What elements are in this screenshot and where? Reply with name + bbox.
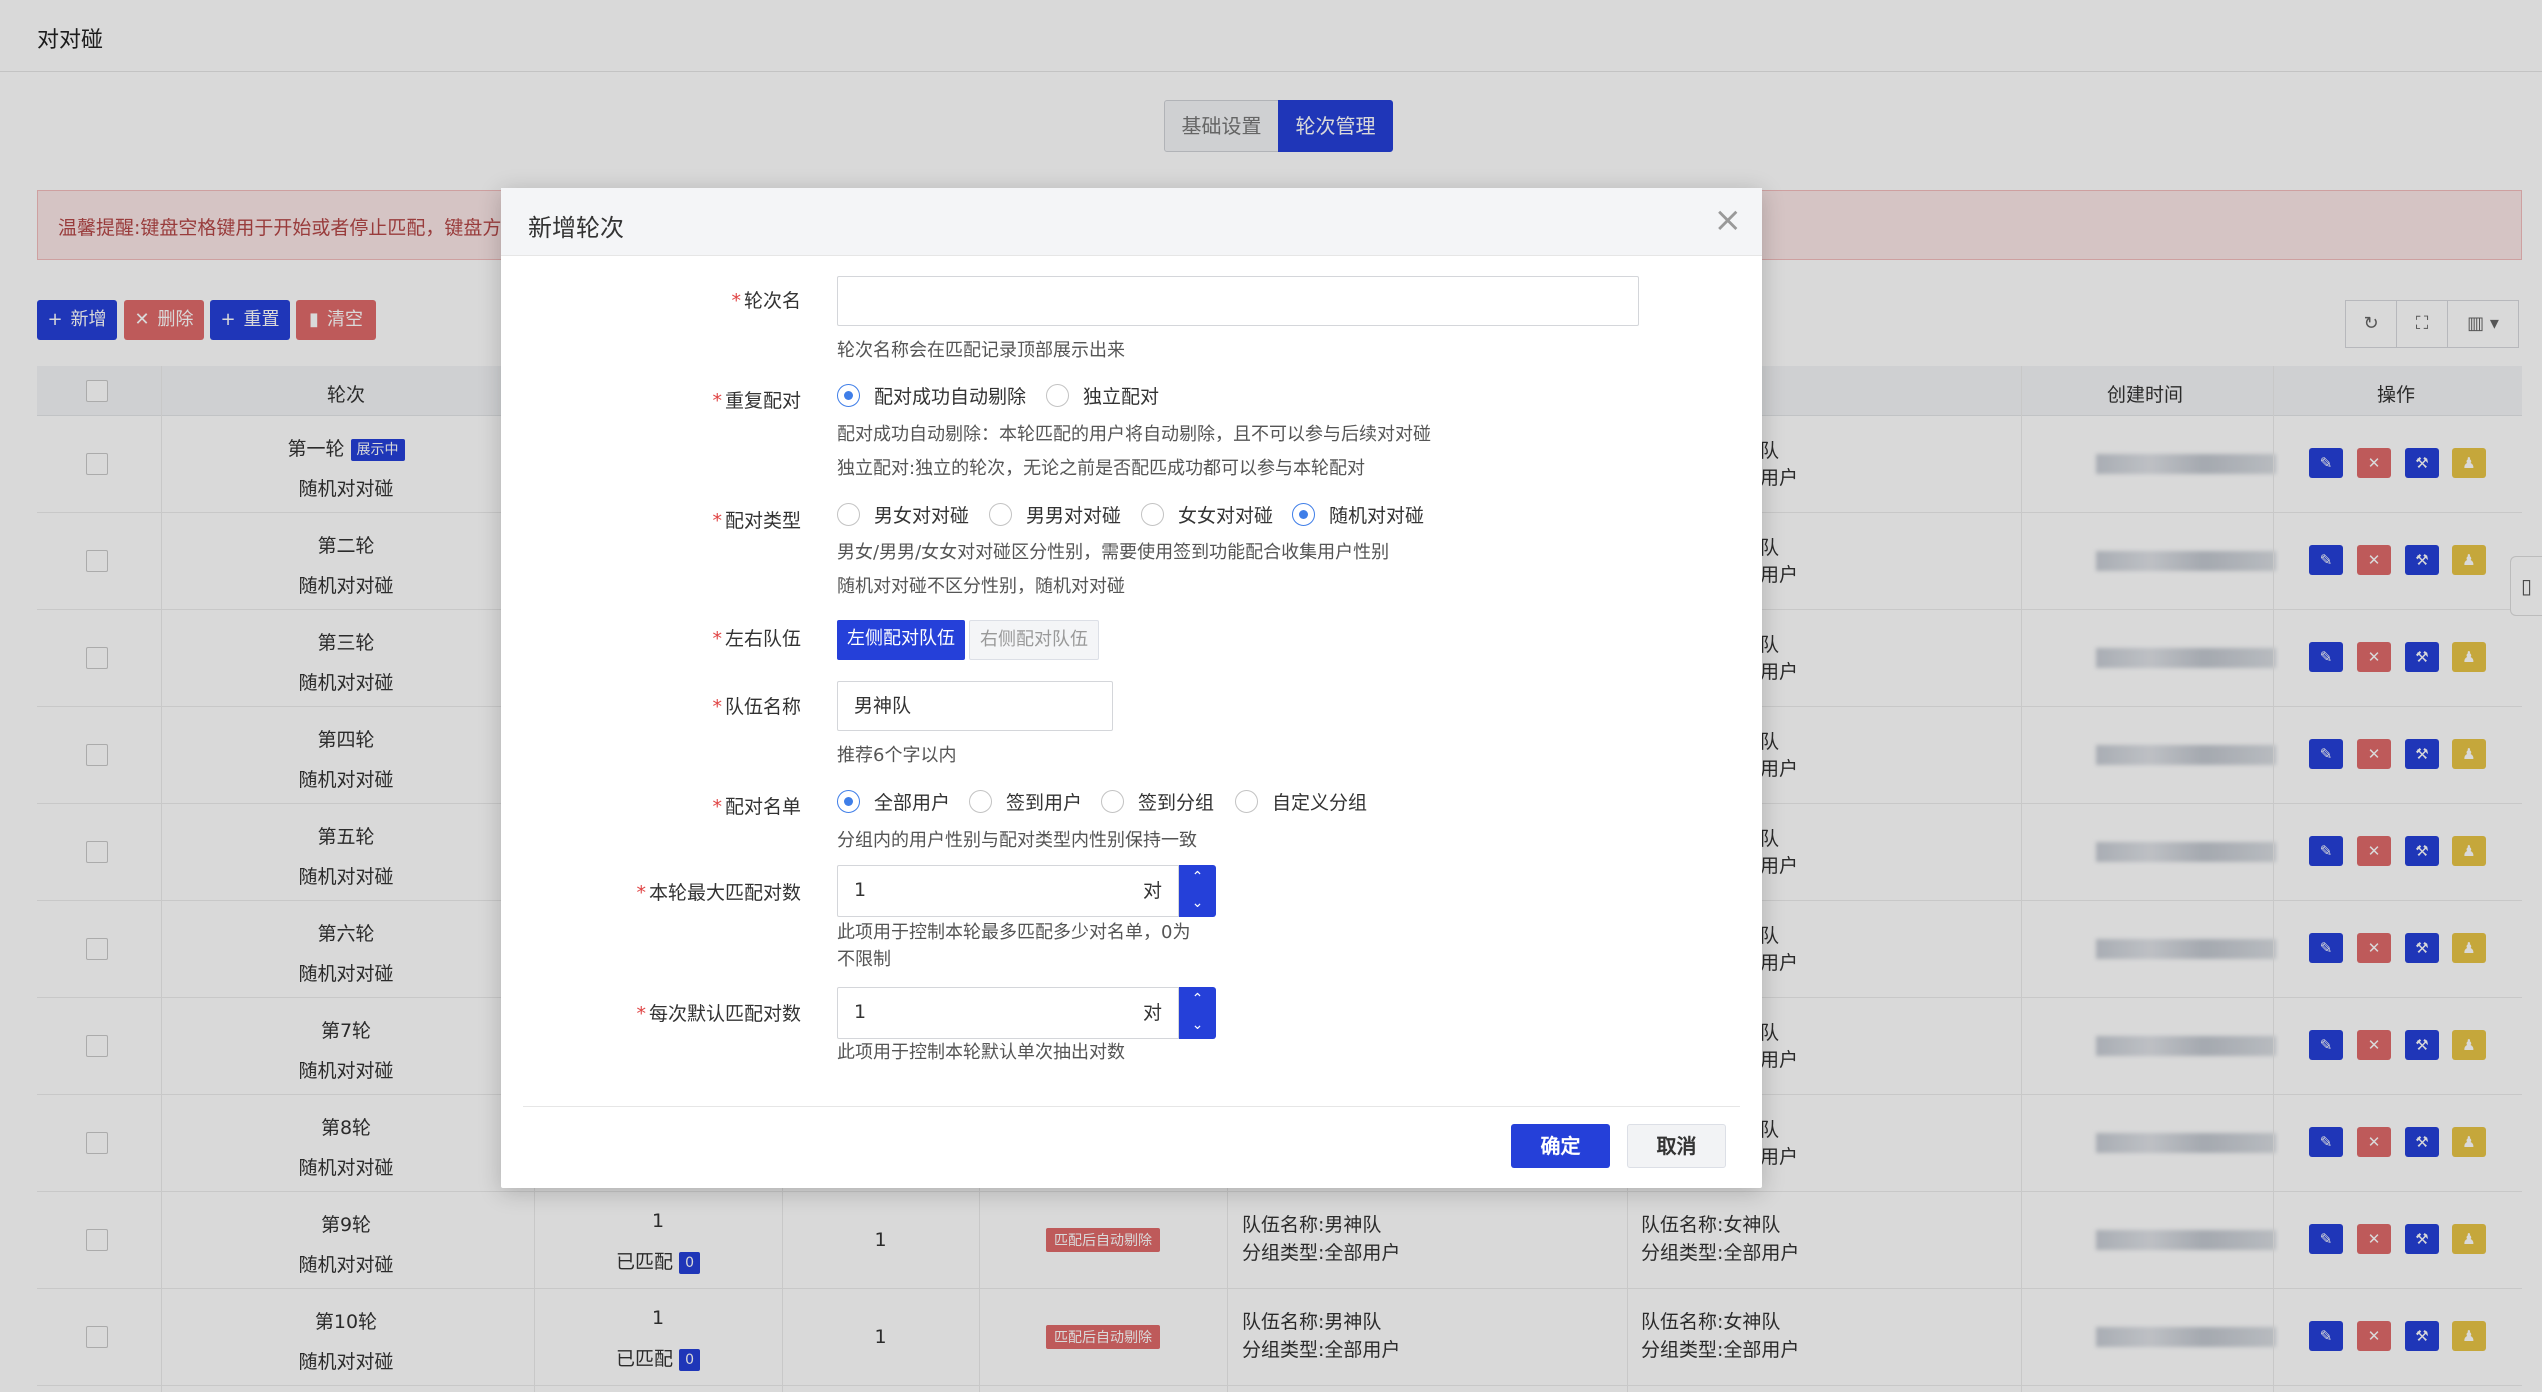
pair-list-option-custom-group[interactable]: 自定义分组 (1235, 790, 1367, 815)
pair-type-label: * 配对类型 (712, 510, 801, 532)
page: 对对碰 基础设置 轮次管理 温馨提醒:键盘空格键用于开始或者停止匹配，键盘方向 … (0, 0, 2542, 1392)
repeat-label: * 重复配对 (712, 390, 801, 412)
left-team-button[interactable]: 左侧配对队伍 (837, 620, 965, 660)
default-pairs-help: 此项用于控制本轮默认单次抽出对数 (837, 1042, 1125, 1063)
chevron-up-icon[interactable]: ⌃ (1179, 865, 1216, 891)
round-name-input[interactable] (837, 276, 1639, 326)
pair-list-option-signed-group[interactable]: 签到分组 (1101, 790, 1214, 815)
repeat-help-1: 配对成功自动剔除：本轮匹配的用户将自动剔除，且不可以参与后续对对碰 (837, 424, 1431, 445)
team-name-input[interactable]: 男神队 (837, 681, 1113, 731)
default-pairs-stepper[interactable]: ⌃ ⌄ (1179, 987, 1216, 1039)
pair-type-help-2: 随机对对碰不区分性别，随机对对碰 (837, 576, 1125, 597)
default-pairs-label: * 每次默认匹配对数 (636, 1003, 801, 1025)
add-round-modal: 新增轮次 × * 轮次名 轮次名称会在匹配记录顶部展示出来 * 重复配对 配对成功自… (501, 188, 1762, 1188)
modal-footer-divider (523, 1106, 1740, 1107)
round-name-help: 轮次名称会在匹配记录顶部展示出来 (837, 340, 1125, 361)
pair-list-label: * 配对名单 (712, 796, 801, 818)
max-pairs-help-2: 不限制 (837, 949, 891, 970)
pair-type-help-1: 男女/男男/女女对对碰区分性别，需要使用签到功能配合收集用户性别 (837, 542, 1390, 563)
repeat-option-auto-remove[interactable]: 配对成功自动剔除 (837, 384, 1026, 409)
side-label: * 左右队伍 (712, 628, 801, 650)
pair-list-option-signed[interactable]: 签到用户 (969, 790, 1082, 815)
pair-type-option-random[interactable]: 随机对对碰 (1292, 503, 1424, 528)
chevron-up-icon[interactable]: ⌃ (1179, 987, 1216, 1013)
team-name-label: * 队伍名称 (712, 696, 801, 718)
right-team-button[interactable]: 右侧配对队伍 (969, 620, 1099, 660)
close-icon[interactable]: × (1714, 200, 1743, 240)
repeat-option-independent[interactable]: 独立配对 (1046, 384, 1159, 409)
chevron-down-icon[interactable]: ⌄ (1179, 1013, 1216, 1039)
round-name-label: * 轮次名 (731, 290, 801, 312)
pair-type-option-mf[interactable]: 男女对对碰 (837, 503, 969, 528)
modal-header: 新增轮次 × (501, 188, 1762, 256)
max-pairs-input[interactable]: 1 (837, 865, 1129, 917)
max-pairs-help-1: 此项用于控制本轮最多匹配多少对名单，0为 (837, 922, 1191, 943)
pair-type-option-mm[interactable]: 男男对对碰 (989, 503, 1121, 528)
pair-list-help: 分组内的用户性别与配对类型内性别保持一致 (837, 830, 1197, 851)
cancel-button[interactable]: 取消 (1627, 1124, 1726, 1168)
max-pairs-label: * 本轮最大匹配对数 (636, 882, 801, 904)
confirm-button[interactable]: 确定 (1511, 1124, 1610, 1168)
team-name-help: 推荐6个字以内 (837, 745, 957, 766)
modal-title: 新增轮次 (528, 214, 624, 242)
max-pairs-unit: 对 (1127, 865, 1179, 917)
default-pairs-input[interactable]: 1 (837, 987, 1129, 1039)
pair-list-option-all[interactable]: 全部用户 (837, 790, 950, 815)
default-pairs-unit: 对 (1127, 987, 1179, 1039)
pair-type-option-ff[interactable]: 女女对对碰 (1141, 503, 1273, 528)
chevron-down-icon[interactable]: ⌄ (1179, 891, 1216, 917)
repeat-help-2: 独立配对:独立的轮次，无论之前是否配匹成功都可以参与本轮配对 (837, 458, 1366, 479)
max-pairs-stepper[interactable]: ⌃ ⌄ (1179, 865, 1216, 917)
